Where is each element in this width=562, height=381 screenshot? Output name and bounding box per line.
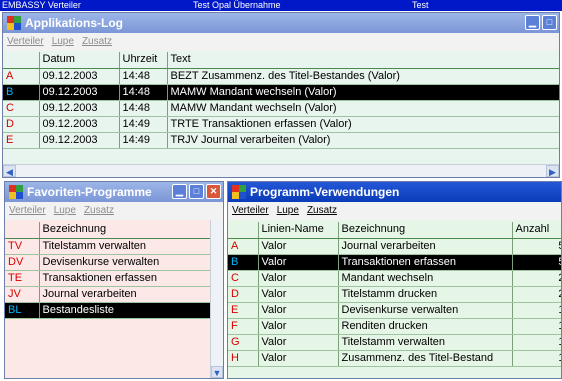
log-header-row: Datum Uhrzeit Text (3, 52, 559, 69)
menu-zusatz[interactable]: Zusatz (307, 205, 337, 216)
scroll-down-icon[interactable]: ▼ (211, 366, 223, 378)
usage-menu-bar: Verteiler Lupe Zusatz (228, 202, 561, 220)
log-menu-bar: Verteiler Lupe Zusatz (3, 33, 559, 51)
table-row-selected[interactable]: B 09.12.2003 14:48 MAMW Mandant wechseln (V… (3, 84, 559, 101)
usage-header-row: Linien-Name Bezeichnung Anzahl (228, 222, 561, 239)
table-row[interactable]: A 09.12.2003 14:48 BEZT Zusammenz. des Tite… (3, 68, 559, 85)
app-logo-icon (7, 16, 21, 30)
menu-verteiler[interactable]: Verteiler (9, 205, 46, 216)
col-uhrzeit[interactable]: Uhrzeit (119, 52, 168, 69)
menu-lupe[interactable]: Lupe (54, 205, 76, 216)
fav-menu-bar: Verteiler Lupe Zusatz (5, 202, 223, 220)
table-row[interactable]: HValorZusammenz. des Titel-Bestand1 (228, 350, 561, 367)
row-letter-header (228, 222, 259, 239)
fav-title-bar[interactable]: Favoriten-Programme ▁ □ ✕ (5, 182, 223, 202)
list-item-selected[interactable]: BL Bestandesliste (5, 302, 211, 319)
log-title: Applikations-Log (25, 16, 123, 30)
table-row-selected[interactable]: BValorTransaktionen erfassen5 (228, 254, 561, 271)
app-logo-icon (232, 185, 246, 199)
list-item[interactable]: TV Titelstamm verwalten (5, 238, 211, 255)
table-row[interactable]: DValorTitelstamm drucken2 (228, 286, 561, 303)
favoriten-programme-window: Favoriten-Programme ▁ □ ✕ Verteiler Lupe Zus… (4, 181, 224, 379)
log-horizontal-scrollbar[interactable]: ◀ ▶ (3, 164, 559, 177)
restore-icon[interactable]: □ (189, 184, 204, 199)
table-row[interactable]: E 09.12.2003 14:49 TRJV Journal verarbeiten… (3, 132, 559, 149)
list-item[interactable]: TE Transaktionen erfassen (5, 270, 211, 287)
table-row[interactable]: FValorRenditen drucken1 (228, 318, 561, 335)
close-icon[interactable]: ✕ (206, 184, 221, 199)
usage-table: Linien-Name Bezeichnung Anzahl A Valor Jou… (228, 222, 561, 367)
menu-lupe[interactable]: Lupe (277, 205, 299, 216)
app-logo-icon (9, 185, 23, 199)
col-text[interactable]: Text (167, 52, 559, 69)
minimize-icon[interactable]: ▁ (172, 184, 187, 199)
table-row[interactable]: GValorTitelstamm verwalten1 (228, 334, 561, 351)
usage-title: Programm-Verwendungen (250, 185, 400, 199)
mode-label: Test Opal Übernahme (193, 0, 281, 10)
table-row[interactable]: CValorMandant wechseln2 (228, 270, 561, 287)
col-linien-name[interactable]: Linien-Name (258, 222, 339, 239)
log-table: Datum Uhrzeit Text A 09.12.2003 14:48 BEZT … (3, 52, 559, 149)
list-item[interactable]: DV Devisenkurse verwalten (5, 254, 211, 271)
table-row[interactable]: C 09.12.2003 14:48 MAMW Mandant wechseln (V… (3, 100, 559, 117)
row-key-header (5, 222, 40, 239)
col-anzahl[interactable]: Anzahl (512, 222, 561, 239)
menu-zusatz[interactable]: Zusatz (82, 36, 112, 47)
menu-zusatz[interactable]: Zusatz (84, 205, 114, 216)
top-status-bar: EMBASSY Verteiler Test Opal Übernahme Te… (0, 0, 562, 11)
scroll-left-icon[interactable]: ◀ (3, 165, 16, 177)
programm-verwendungen-window: Programm-Verwendungen Verteiler Lupe Zusat… (227, 181, 562, 379)
restore-icon[interactable]: □ (542, 15, 557, 30)
environment-label: Test (412, 0, 429, 10)
table-row[interactable]: EValorDevisenkurse verwalten1 (228, 302, 561, 319)
usage-title-bar[interactable]: Programm-Verwendungen (228, 182, 561, 202)
col-datum[interactable]: Datum (39, 52, 120, 69)
minimize-icon[interactable]: ▁ (525, 15, 540, 30)
menu-verteiler[interactable]: Verteiler (232, 205, 269, 216)
scroll-right-icon[interactable]: ▶ (546, 165, 559, 177)
log-title-bar[interactable]: Applikations-Log ▁ □ (3, 13, 559, 33)
col-bezeichnung[interactable]: Bezeichnung (338, 222, 513, 239)
table-row[interactable]: AValorJournal verarbeiten5 (228, 238, 561, 255)
fav-header-row: Bezeichnung (5, 222, 211, 239)
fav-title: Favoriten-Programme (27, 185, 152, 199)
fav-vertical-scrollbar[interactable]: ▼ (210, 220, 223, 378)
fav-table: Bezeichnung TV Titelstamm verwalten DV Dev… (5, 222, 211, 319)
menu-verteiler[interactable]: Verteiler (7, 36, 44, 47)
col-bezeichnung[interactable]: Bezeichnung (39, 222, 211, 239)
applikations-log-window: Applikations-Log ▁ □ Verteiler Lupe Zusatz … (2, 12, 560, 178)
table-row[interactable]: D 09.12.2003 14:49 TRTE Transaktionen erfas… (3, 116, 559, 133)
menu-lupe[interactable]: Lupe (52, 36, 74, 47)
row-letter-header (3, 52, 40, 69)
list-item[interactable]: JV Journal verarbeiten (5, 286, 211, 303)
app-name: EMBASSY Verteiler (2, 0, 81, 10)
